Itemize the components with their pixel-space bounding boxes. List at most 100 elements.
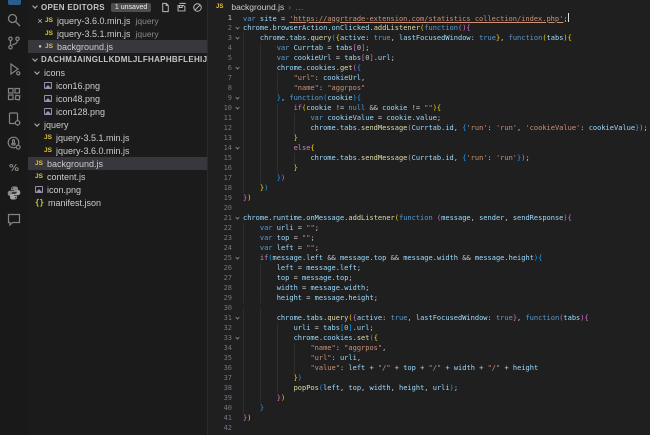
fold-gutter[interactable]	[232, 107, 243, 109]
fold-gutter[interactable]	[232, 317, 243, 319]
tree-folder[interactable]: icons	[28, 66, 207, 79]
tree-file[interactable]: JScontent.js	[28, 170, 207, 183]
code-line[interactable]: 8 "name": "aggrpos"	[208, 83, 650, 93]
search-icon[interactable]	[6, 12, 22, 28]
tree-file[interactable]: JSjquery-3.5.1.min.js	[28, 131, 207, 144]
code-line[interactable]: 9 }, function(cookie){	[208, 93, 650, 103]
line-number: 16	[208, 163, 232, 173]
code-line[interactable]: 38 popPos(left, top, width, height, urli…	[208, 383, 650, 393]
tree-file[interactable]: {}manifest.json	[28, 196, 207, 209]
code-line[interactable]: 1var site = 'https://aggrtrade-extension…	[208, 13, 650, 23]
code-line[interactable]: 34 "name": "aggrpos",	[208, 343, 650, 353]
code-line[interactable]: 15 chrome.tabs.sendMessage(Currtab.id, {…	[208, 153, 650, 163]
code-line[interactable]: 40 }	[208, 403, 650, 413]
code-line[interactable]: 14 else{	[208, 143, 650, 153]
close-icon[interactable]: ×	[35, 16, 45, 26]
code-line[interactable]: 30	[208, 303, 650, 313]
open-editors-header[interactable]: OPEN EDITORS 1 unsaved	[28, 0, 207, 14]
tree-file[interactable]: icon48.png	[28, 92, 207, 105]
code-text: })	[243, 183, 650, 193]
code-line[interactable]: 13 }	[208, 133, 650, 143]
code-line[interactable]: 29 height = message.height;	[208, 293, 650, 303]
code-line[interactable]: 22 var urli = "";	[208, 223, 650, 233]
open-editor-item[interactable]: ●JSbackground.js	[28, 40, 207, 53]
code-text: "url": cookieUrl,	[243, 73, 650, 83]
percent-symbols-icon[interactable]: %	[6, 160, 22, 176]
code-line[interactable]: 18 })	[208, 183, 650, 193]
code-line[interactable]: 7 "url": cookieUrl,	[208, 73, 650, 83]
code-line[interactable]: 16 }	[208, 163, 650, 173]
code-line[interactable]: 28 width = message.width;	[208, 283, 650, 293]
line-number: 8	[208, 83, 232, 93]
line-number: 5	[208, 53, 232, 63]
code-area[interactable]: 1var site = 'https://aggrtrade-extension…	[208, 13, 650, 433]
tree-folder[interactable]: jquery	[28, 118, 207, 131]
file-name: jquery	[44, 120, 69, 130]
tree-file[interactable]: JSjquery-3.6.0.min.js	[28, 144, 207, 157]
code-line[interactable]: 6 chrome.cookies.get({	[208, 63, 650, 73]
code-line[interactable]: 21chrome.runtime.onMessage.addListener(f…	[208, 213, 650, 223]
file-name: icon48.png	[56, 94, 100, 104]
code-line[interactable]: 23 var top = "";	[208, 233, 650, 243]
code-line[interactable]: 5 var cookieUrl = tabs[0].url;	[208, 53, 650, 63]
explorer-icon[interactable]	[8, 0, 21, 5]
code-line[interactable]: 3 chrome.tabs.query({active: true, lastF…	[208, 33, 650, 43]
js-file-icon: JS	[44, 147, 52, 154]
new-file-icon[interactable]	[160, 2, 171, 13]
tree-file[interactable]: icon128.png	[28, 105, 207, 118]
file-settings-icon[interactable]	[6, 111, 22, 127]
code-line[interactable]: 27 top = message.top;	[208, 273, 650, 283]
code-text: var cookieUrl = tabs[0].url;	[243, 53, 650, 63]
run-debug-icon[interactable]	[6, 61, 22, 77]
code-line[interactable]: 39 })	[208, 393, 650, 403]
fold-gutter[interactable]	[232, 37, 243, 39]
close-all-editors-icon[interactable]	[192, 2, 203, 13]
code-line[interactable]: 36 "value": left + "/" + top + "/" + wid…	[208, 363, 650, 373]
code-line[interactable]: 35 "url": urli,	[208, 353, 650, 363]
code-line[interactable]: 31 chrome.tabs.query({active: true, last…	[208, 313, 650, 323]
code-text: width = message.width;	[243, 283, 650, 293]
audio-record-icon[interactable]	[6, 135, 22, 151]
fold-gutter[interactable]	[232, 217, 243, 219]
code-line[interactable]: 17 })	[208, 173, 650, 183]
code-line[interactable]: 41})	[208, 413, 650, 423]
chevron-down-icon	[235, 25, 239, 29]
line-number: 3	[208, 33, 232, 43]
open-editor-item[interactable]: JSjquery-3.5.1.min.jsjquery	[28, 27, 207, 40]
code-line[interactable]: 2chrome.browserAction.onClicked.addListe…	[208, 23, 650, 33]
fold-gutter[interactable]	[232, 97, 243, 99]
fold-gutter[interactable]	[232, 337, 243, 339]
code-text: })	[243, 193, 650, 203]
code-line[interactable]: 11 var cookieValue = cookie.value;	[208, 113, 650, 123]
breadcrumb-file[interactable]: background.js	[231, 2, 284, 12]
fold-gutter[interactable]	[232, 147, 243, 149]
code-line[interactable]: 37 })	[208, 373, 650, 383]
tree-file[interactable]: icon16.png	[28, 79, 207, 92]
code-line[interactable]: 32 urli = tabs[0].url;	[208, 323, 650, 333]
python-icon[interactable]	[6, 185, 22, 201]
tree-file[interactable]: JSbackground.js	[28, 157, 207, 170]
code-line[interactable]: 42	[208, 423, 650, 433]
code-line[interactable]: 25 if(message.left && message.top && mes…	[208, 253, 650, 263]
code-line[interactable]: 4 var Currtab = tabs[0];	[208, 43, 650, 53]
fold-gutter[interactable]	[232, 257, 243, 259]
chat-icon[interactable]	[6, 211, 22, 227]
breadcrumb-symbol[interactable]: …	[295, 2, 304, 12]
project-root-header[interactable]: DACHMJAINGLLKDMLJLFHAPHBFLEHIJAB	[28, 53, 207, 66]
code-line[interactable]: 19})	[208, 193, 650, 203]
code-line[interactable]: 24 var left = "";	[208, 243, 650, 253]
open-editor-item[interactable]: ×JSjquery-3.6.0.min.jsjquery	[28, 14, 207, 27]
extensions-icon[interactable]	[6, 86, 22, 102]
fold-gutter[interactable]	[232, 27, 243, 29]
code-line[interactable]: 10 if(cookie != null && cookie != ""){	[208, 103, 650, 113]
fold-gutter[interactable]	[232, 67, 243, 69]
code-line[interactable]: 20	[208, 203, 650, 213]
code-line[interactable]: 12 chrome.tabs.sendMessage(Currtab.id, {…	[208, 123, 650, 133]
code-line[interactable]: 26 left = message.left;	[208, 263, 650, 273]
tree-file[interactable]: icon.png	[28, 183, 207, 196]
code-line[interactable]: 33 chrome.cookies.set({	[208, 333, 650, 343]
code-text: var top = "";	[243, 233, 650, 243]
file-name: background.js	[57, 42, 113, 52]
save-all-icon[interactable]	[176, 2, 187, 13]
source-control-icon[interactable]	[6, 35, 22, 51]
